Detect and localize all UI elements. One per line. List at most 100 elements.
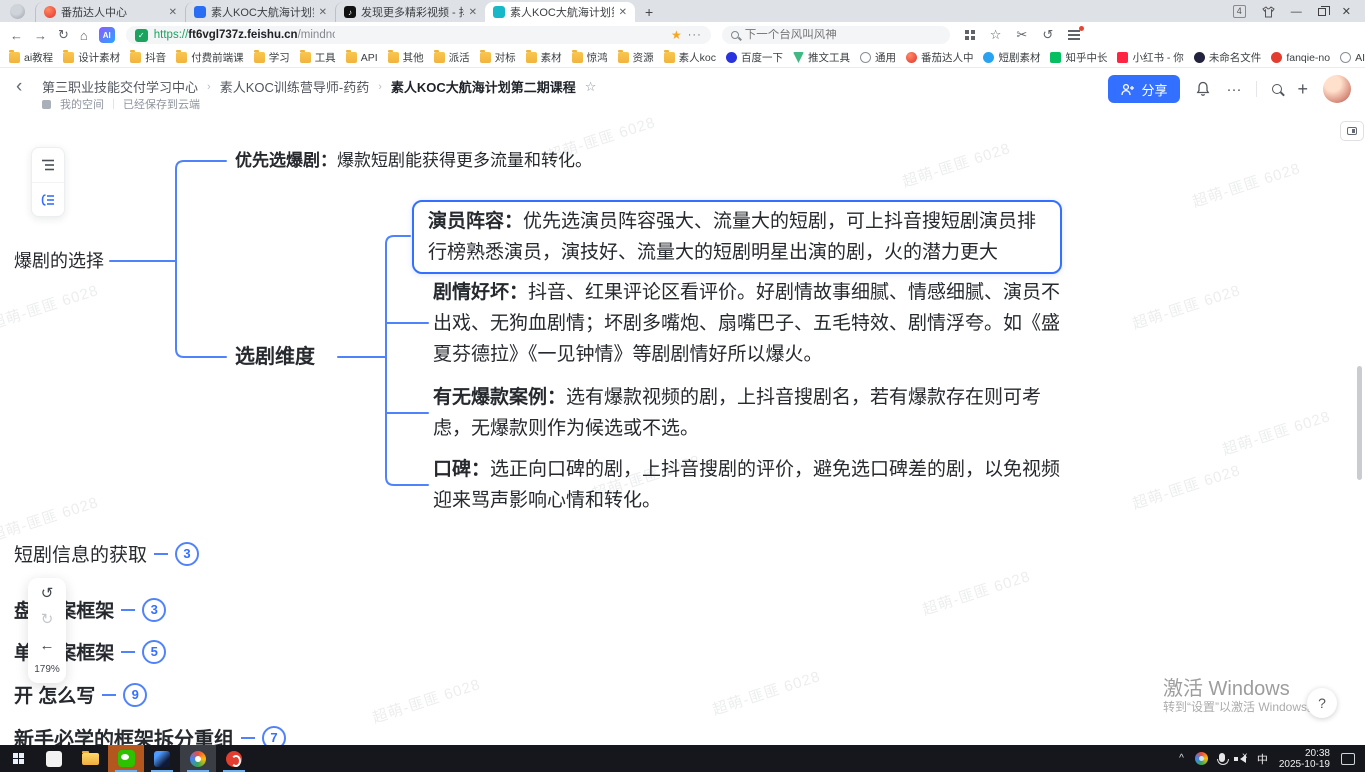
close-icon[interactable]: ✕: [619, 7, 627, 18]
topic-opening[interactable]: 开 怎么写 9: [14, 681, 147, 708]
node-reputation[interactable]: 口碑：选正向口碑的剧，上抖音搜剧的评价，避免选口碑差的剧，以免视频迎来骂声影响心…: [433, 454, 1073, 516]
browser-search-box[interactable]: [722, 26, 950, 44]
tab-fanqie-center[interactable]: 番茄达人中心 ✕: [35, 2, 185, 22]
bookmark-item[interactable]: 推文工具: [793, 50, 850, 65]
bookmark-item[interactable]: 通用: [860, 50, 896, 65]
forward-icon[interactable]: →: [34, 28, 47, 43]
avatar[interactable]: [1323, 75, 1351, 103]
close-icon[interactable]: ✕: [319, 7, 327, 18]
collapsed-count-badge[interactable]: 9: [123, 683, 147, 707]
bookmark-item[interactable]: 付费前端课: [176, 50, 244, 65]
node-cast-selected[interactable]: 演员阵容：优先选演员阵容强大、流量大的短剧，可上抖音搜短剧演员排行榜熟悉演员，演…: [412, 200, 1062, 274]
tab-count-badge[interactable]: 4: [1233, 5, 1246, 18]
bookmark-item[interactable]: 小红书 - 你: [1117, 50, 1183, 65]
vertical-scrollbar[interactable]: [1357, 366, 1362, 480]
close-window-icon[interactable]: ✕: [1342, 5, 1351, 18]
tab-koc-doc-active[interactable]: 素人KOC大航海计划第二期 ✕: [485, 2, 635, 22]
history-undo-icon[interactable]: ↺: [1042, 27, 1053, 43]
theme-skin-icon[interactable]: [1262, 6, 1275, 18]
collapsed-count-badge[interactable]: 3: [142, 598, 166, 622]
favorites-icon[interactable]: ☆: [990, 27, 1002, 43]
collapsed-count-badge[interactable]: 5: [142, 640, 166, 664]
screenshot-scissors-icon[interactable]: ✂: [1016, 27, 1027, 43]
bookmark-item[interactable]: 抖音: [130, 50, 166, 65]
bookmark-item[interactable]: 设计素材: [63, 50, 120, 65]
collapsed-count-badge[interactable]: 7: [262, 726, 286, 746]
star-icon[interactable]: ☆: [585, 79, 597, 95]
help-button[interactable]: ?: [1307, 688, 1337, 718]
reload-icon[interactable]: ↻: [58, 27, 69, 43]
microphone-icon[interactable]: [1219, 753, 1225, 762]
more-icon[interactable]: ···: [1226, 81, 1241, 98]
collapsed-count-badge[interactable]: 3: [175, 542, 199, 566]
node-plot[interactable]: 剧情好坏：抖音、红果评论区看评价。好剧情故事细腻、情感细腻、演员不出戏、无狗血剧…: [433, 277, 1073, 370]
browser-profile-icon[interactable]: [10, 4, 25, 19]
bookmark-item[interactable]: 资源: [618, 50, 654, 65]
search-input[interactable]: [745, 29, 941, 41]
apps-grid-icon[interactable]: [965, 30, 969, 34]
node-hit-cases[interactable]: 有无爆款案例：选有爆款视频的剧，上抖音搜剧名，若有爆款存在则可考虑，无爆款则作为…: [433, 382, 1073, 444]
ai-assistant-icon[interactable]: AI: [99, 27, 115, 43]
taskbar-file-explorer[interactable]: [72, 745, 108, 772]
bookmark-item[interactable]: 知乎中长: [1050, 50, 1107, 65]
close-icon[interactable]: ✕: [169, 7, 177, 18]
speaker-muted-icon[interactable]: [1236, 755, 1246, 763]
add-icon[interactable]: +: [1297, 79, 1308, 100]
taskbar-browser[interactable]: [180, 745, 216, 772]
collapse-arrow-icon[interactable]: ←: [40, 638, 55, 654]
url-bar[interactable]: ✓ https://ft6vgl737z.feishu.cn/mindnotes…: [126, 26, 711, 44]
topic-info-acquire[interactable]: 短剧信息的获取 3: [14, 540, 199, 567]
node-root[interactable]: 爆剧的选择: [14, 249, 104, 273]
bookmark-item[interactable]: 工具: [300, 50, 336, 65]
tab-douyin-search[interactable]: ♪ 发现更多精彩视频 - 抖音搜索 ✕: [335, 2, 485, 22]
url-more-icon[interactable]: ···: [688, 29, 702, 41]
taskbar-red-app[interactable]: [216, 745, 252, 772]
share-button[interactable]: 分享: [1108, 75, 1180, 103]
bookmark-item[interactable]: 素人koc: [664, 50, 716, 65]
undo-icon[interactable]: ↺: [41, 586, 54, 602]
taskbar-feishu[interactable]: [144, 745, 180, 772]
zoom-level[interactable]: 179%: [34, 664, 60, 675]
taskbar-app-notes[interactable]: [36, 745, 72, 772]
bookmark-item[interactable]: 惊鸿: [572, 50, 608, 65]
ime-indicator[interactable]: 中: [1257, 751, 1268, 767]
breadcrumb-item[interactable]: 第三职业技能交付学习中心: [42, 77, 198, 96]
bookmark-item[interactable]: 百度一下: [726, 50, 783, 65]
taskbar-wechat[interactable]: [108, 745, 144, 772]
start-button[interactable]: [0, 745, 36, 772]
tab-koc-doc-1[interactable]: 素人KOC大航海计划第二期 ✕: [185, 2, 335, 22]
bookmark-item[interactable]: API: [346, 52, 378, 64]
node-priority[interactable]: 优先选爆剧：爆款短剧能获得更多流量和转化。: [235, 150, 592, 172]
topic-beginner-frame[interactable]: 新手必学的框架拆分重组 7: [14, 723, 286, 745]
mindmap-view-button[interactable]: [32, 182, 64, 216]
breadcrumb-item[interactable]: 素人KOC训练营导师-药药: [220, 77, 370, 96]
minimize-icon[interactable]: —: [1291, 6, 1302, 18]
back-icon[interactable]: ←: [10, 28, 23, 43]
bell-icon[interactable]: [1195, 81, 1211, 97]
bookmark-item[interactable]: 番茄达人中: [906, 50, 974, 65]
bookmark-star-icon[interactable]: ★: [671, 28, 682, 42]
doc-search-icon[interactable]: [1272, 84, 1282, 94]
bookmark-item[interactable]: 派活: [434, 50, 470, 65]
restore-icon[interactable]: [1318, 8, 1326, 16]
mindmap-canvas[interactable]: 超萌-匪匪 6028 超萌-匪匪 6028 超萌-匪匪 6028 超萌-匪匪 6…: [0, 112, 1365, 745]
close-icon[interactable]: ✕: [469, 7, 477, 18]
redo-icon[interactable]: ↻: [41, 612, 54, 628]
bookmark-item[interactable]: fanqie-no: [1271, 52, 1330, 64]
menu-icon[interactable]: [1068, 34, 1080, 36]
node-dimension[interactable]: 选剧维度: [235, 344, 315, 370]
taskbar-clock[interactable]: 20:38 2025-10-19: [1279, 748, 1330, 770]
side-panel-toggle[interactable]: [1340, 121, 1364, 141]
bookmark-item[interactable]: ai教程: [9, 50, 53, 65]
back-chevron-icon[interactable]: ‹: [16, 76, 22, 98]
bookmark-item[interactable]: 素材: [526, 50, 562, 65]
security-shield-icon[interactable]: ✓: [135, 29, 148, 42]
outline-view-button[interactable]: [32, 148, 64, 182]
space-label[interactable]: 我的空间: [60, 96, 104, 112]
document-title[interactable]: 素人KOC大航海计划第二期课程: [391, 77, 576, 96]
bookmark-item[interactable]: 短剧素材: [983, 50, 1040, 65]
bookmark-item[interactable]: 对标: [480, 50, 516, 65]
bookmark-item[interactable]: AI工具魔盒: [1340, 50, 1365, 65]
tray-expand-icon[interactable]: ^: [1179, 753, 1184, 764]
notification-center-icon[interactable]: [1341, 753, 1355, 765]
